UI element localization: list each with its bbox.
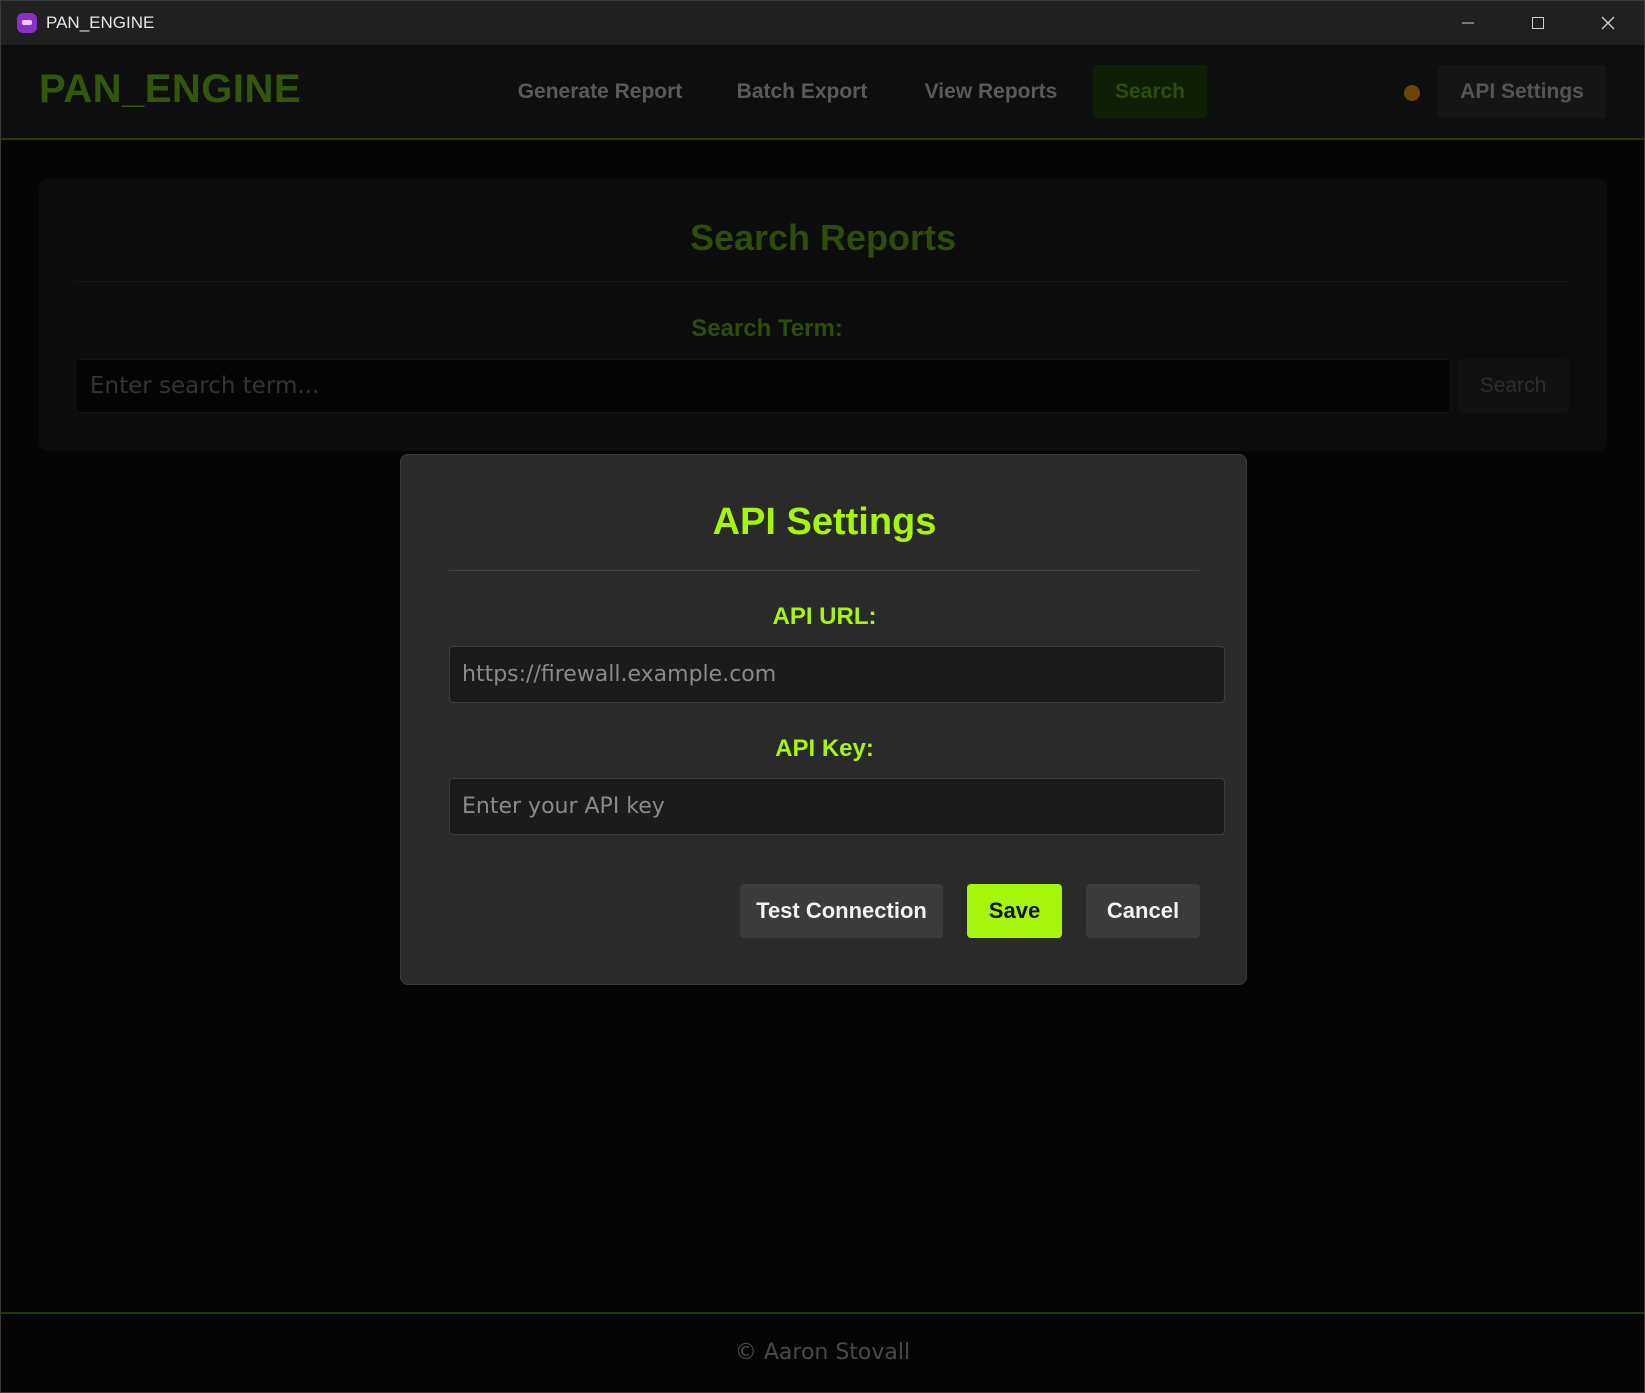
divider [75,281,1571,282]
app-header: PAN_ENGINE Generate Report Batch Export … [1,45,1644,140]
minimize-button[interactable] [1433,1,1503,45]
title-bar: PAN_ENGINE [1,1,1644,45]
api-url-field[interactable] [449,646,1225,703]
api-key-field[interactable] [449,778,1225,835]
app-logo: PAN_ENGINE [39,67,302,111]
nav-search[interactable]: Search [1093,65,1207,118]
close-icon [1601,16,1615,30]
api-settings-modal: API Settings API URL: API Key: Test Conn… [400,454,1247,985]
app-window: PAN_ENGINE PAN_ENGINE Generate Report Ba… [0,0,1645,1393]
api-key-label: API Key: [775,735,874,762]
close-button[interactable] [1573,1,1643,45]
modal-title: API Settings [712,501,937,543]
search-reports-card: Search Reports Search Term: Search [39,179,1607,451]
copyright-text: © Aaron Stovall [734,1340,911,1365]
search-button[interactable]: Search [1457,359,1569,413]
minimize-icon [1462,22,1474,24]
app-icon [17,13,37,33]
maximize-icon [1532,17,1544,29]
api-settings-button[interactable]: API Settings [1438,65,1606,118]
connection-status-indicator [1404,85,1420,101]
save-button[interactable]: Save [967,884,1062,938]
cancel-button[interactable]: Cancel [1086,884,1200,938]
window-title: PAN_ENGINE [46,13,155,32]
search-input[interactable] [75,359,1451,413]
api-url-label: API URL: [772,603,877,630]
nav-view-reports[interactable]: View Reports [913,65,1069,118]
maximize-button[interactable] [1503,1,1573,45]
test-connection-button[interactable]: Test Connection [740,884,943,938]
footer: © Aaron Stovall [1,1312,1644,1392]
search-term-label: Search Term: [691,315,843,342]
search-card-title: Search Reports [689,217,957,258]
divider [449,570,1199,571]
nav-batch-export[interactable]: Batch Export [729,65,875,118]
nav-generate-report[interactable]: Generate Report [507,65,693,118]
